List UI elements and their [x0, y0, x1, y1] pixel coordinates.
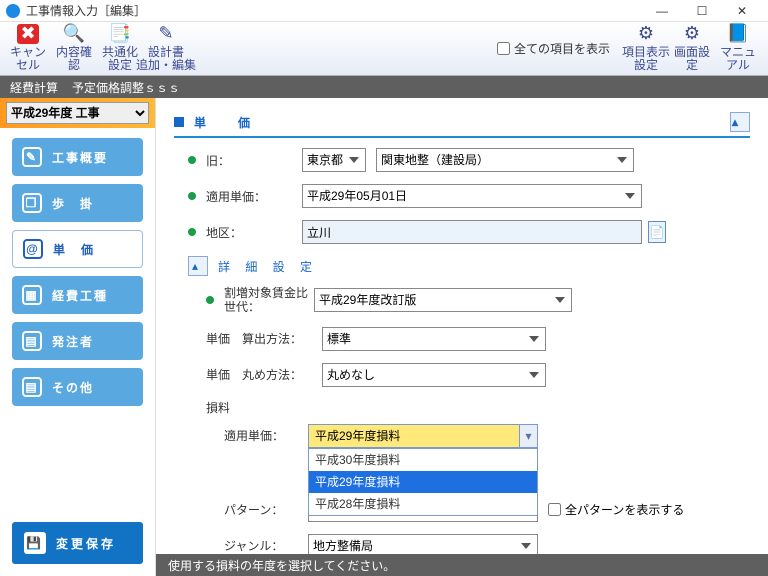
sonryo-year-dropdown[interactable]: 平成30年度損料 平成29年度損料 平成28年度損料 [308, 448, 538, 516]
collapse-button[interactable]: ▴ [730, 112, 750, 132]
dropdown-option[interactable]: 平成30年度損料 [309, 449, 537, 471]
copy-icon: ❐ [22, 193, 42, 213]
show-all-checkbox[interactable]: 全ての項目を表示 [497, 40, 610, 57]
ratio-select[interactable]: 平成29年度改訂版 [314, 288, 572, 312]
edit-icon: ✎ [154, 24, 178, 44]
label-genre: ジャンル： [224, 537, 308, 554]
collapse-button[interactable]: ▴ [188, 256, 208, 276]
sidebar-item-client[interactable]: ▤発注者 [12, 322, 143, 360]
show-all-patterns-checkbox[interactable]: 全パターンを表示する [548, 501, 684, 518]
sidebar-item-step[interactable]: ❐歩 掛 [12, 184, 143, 222]
label-apply2: 適用単価： [224, 427, 308, 444]
bullet-icon [188, 192, 196, 200]
doc-icon: ▤ [22, 331, 42, 351]
magnifier-icon: 🔍 [62, 24, 86, 44]
calc-icon: ▦ [22, 285, 42, 305]
year-select[interactable]: 平成29年度 工事 [6, 102, 149, 124]
bullet-icon [188, 156, 196, 164]
label-old: 旧： [206, 152, 302, 169]
close-button[interactable]: ✕ [722, 1, 762, 21]
app-icon [6, 4, 20, 18]
save-button[interactable]: 💾変更保存 [12, 522, 143, 564]
area-input[interactable] [302, 220, 642, 244]
calc-method-select[interactable]: 標準 [322, 327, 546, 351]
label-calc: 単価 算出方法： [206, 330, 316, 347]
sidebar-item-unit[interactable]: @単 価 [12, 230, 143, 268]
cancel-button[interactable]: ✖キャンセル [6, 25, 50, 73]
group-label-sonryo: 損料 [206, 399, 750, 416]
maximize-button[interactable]: ☐ [682, 1, 722, 21]
cancel-icon: ✖ [17, 24, 39, 44]
dropdown-option[interactable]: 平成29年度損料 [309, 471, 537, 493]
sonryo-year-select[interactable]: 平成29年度損料 ▾ [308, 424, 538, 448]
dropdown-option[interactable]: 平成28年度損料 [309, 493, 537, 515]
section-header-unit: 単 価 ▴ [174, 112, 750, 132]
at-icon: @ [23, 239, 43, 259]
doc-icon: ▤ [22, 377, 42, 397]
bullet-icon [206, 296, 214, 304]
label-apply: 適用単価： [206, 188, 302, 205]
label-ratio: 割増対象賃金比世代： [224, 286, 314, 315]
sidebar-item-cost[interactable]: ▦経費工種 [12, 276, 143, 314]
genre-select[interactable]: 地方整備局 [308, 534, 538, 554]
breadcrumb: 経費計算 予定価格調整ｓｓｓ [0, 76, 768, 98]
square-icon [174, 117, 184, 127]
display-settings-button[interactable]: ⚙項目表示 設定 [624, 25, 668, 73]
gear-icon: ⚙ [680, 24, 704, 44]
window-title: 工事情報入力［編集］ [26, 2, 642, 19]
gear-display-icon: ⚙ [634, 24, 658, 44]
status-bar: 使用する損料の年度を選択してください。 [156, 554, 768, 576]
save-icon: 💾 [24, 532, 46, 554]
chevron-down-icon: ▾ [519, 425, 537, 447]
bullet-icon [188, 228, 196, 236]
label-area: 地区： [206, 224, 302, 241]
confirm-button[interactable]: 🔍内容確認 [52, 25, 96, 73]
apply-date-select[interactable]: 平成29年05月01日 [302, 184, 642, 208]
round-method-select[interactable]: 丸めなし [322, 363, 546, 387]
sidebar-item-overview[interactable]: ✎工事概要 [12, 138, 143, 176]
label-round: 単価 丸め方法： [206, 366, 316, 383]
design-doc-button[interactable]: ✎設計書 追加・編集 [144, 25, 188, 73]
manual-button[interactable]: 📘マニュアル [716, 25, 760, 73]
sidebar-item-other[interactable]: ▤その他 [12, 368, 143, 406]
book-icon: 📘 [726, 24, 750, 44]
screen-settings-button[interactable]: ⚙画面設定 [670, 25, 714, 73]
old-pref-select[interactable]: 東京都 [302, 148, 366, 172]
divider [174, 136, 750, 138]
area-browse-button[interactable]: 📄 [648, 221, 666, 243]
copy-icon: 📑 [108, 24, 132, 44]
old-org-select[interactable]: 関東地整（建設局） [376, 148, 634, 172]
subsection-detail: ▴ 詳 細 設 定 [174, 256, 750, 276]
label-pattern: パターン： [224, 501, 308, 518]
pencil-icon: ✎ [22, 147, 42, 167]
minimize-button[interactable]: — [642, 1, 682, 21]
